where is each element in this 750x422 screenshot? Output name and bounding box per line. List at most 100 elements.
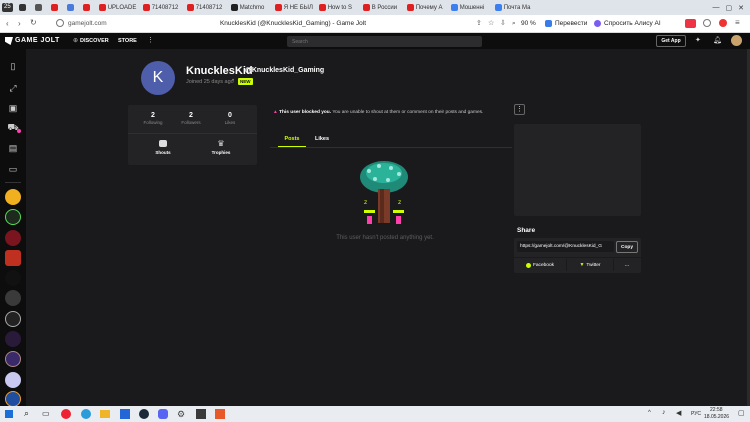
profile-avatar[interactable]: K — [141, 61, 175, 95]
browser-tab[interactable]: Почему А — [404, 1, 448, 14]
reload-icon[interactable]: ↻ — [30, 18, 37, 27]
browser-tab[interactable] — [80, 1, 96, 14]
profile-more-button[interactable]: ⋮ — [514, 104, 525, 115]
community-avatar[interactable] — [5, 311, 21, 327]
browser-tab[interactable]: 71408712 — [140, 1, 184, 14]
adblock-icon[interactable] — [685, 19, 696, 28]
url-text[interactable]: gamejolt.com — [68, 20, 107, 27]
tab-likes[interactable]: Likes — [308, 131, 336, 147]
get-app-button[interactable]: Get App — [656, 35, 686, 47]
minimize-icon[interactable]: — — [713, 4, 720, 12]
zoom-level[interactable]: 90 % — [521, 20, 536, 27]
notifications-icon[interactable]: 🔔︎ — [713, 36, 722, 44]
community-avatar[interactable] — [5, 351, 21, 367]
tray-expand-icon[interactable]: ^ — [648, 410, 651, 416]
tab-counter[interactable]: 25 — [2, 3, 13, 12]
profile-username[interactable]: @KnucklesKid_Gaming — [245, 67, 324, 74]
alice-icon[interactable] — [594, 20, 601, 27]
discover-icon[interactable]: ⊕ — [73, 37, 78, 44]
trophies-button[interactable]: ♛ Trophies — [208, 140, 234, 156]
community-avatar[interactable] — [5, 209, 21, 225]
bookmark-icon[interactable]: ☆ — [488, 19, 494, 27]
browser-tab[interactable] — [16, 1, 32, 14]
nav-store[interactable]: STORE — [118, 38, 137, 44]
chat-icon[interactable]: ▭ — [5, 161, 21, 177]
file-explorer-icon[interactable] — [100, 410, 110, 418]
yandex-browser-icon[interactable] — [61, 409, 71, 419]
clock-time[interactable]: 22:58 — [710, 407, 723, 413]
tab-posts[interactable]: Posts — [278, 131, 306, 147]
extensions-icon[interactable] — [703, 19, 711, 27]
game-jolt-logo-icon[interactable] — [5, 37, 13, 45]
share-page-icon[interactable]: ⇪ — [476, 19, 482, 27]
facebook-share-button[interactable]: Facebook — [516, 259, 564, 271]
stat-followers[interactable]: 2 Followers — [176, 112, 206, 125]
more-menu-icon[interactable]: ⋮ — [147, 36, 154, 44]
inventory-icon[interactable]: ▤ — [5, 140, 21, 156]
shouts-button[interactable]: Shouts — [150, 140, 176, 155]
steam-icon[interactable] — [139, 409, 149, 419]
stat-following[interactable]: 2 Following — [138, 112, 168, 125]
browser-tab[interactable]: Matchmo — [228, 1, 272, 14]
maximize-icon[interactable]: ▢ — [726, 4, 733, 12]
twitter-share-button[interactable]: ▼ Twitter — [566, 259, 614, 271]
site-info-icon[interactable] — [56, 19, 64, 27]
language-indicator[interactable]: РУС — [691, 411, 701, 417]
explore-icon[interactable]: ⤢ — [5, 80, 21, 96]
microphone-icon[interactable]: ♪ — [662, 409, 666, 416]
translate-button[interactable]: Перевести — [555, 20, 587, 27]
library-icon[interactable]: ▯ — [5, 58, 21, 74]
community-avatar[interactable] — [5, 372, 21, 388]
browser-tab[interactable]: Я НЕ БЫЛ — [272, 1, 316, 14]
app-icon[interactable] — [215, 409, 225, 419]
backpack-icon[interactable]: ▣ — [5, 100, 21, 116]
forward-icon[interactable]: › — [18, 19, 21, 28]
search-input[interactable] — [287, 36, 482, 47]
clock-date[interactable]: 18.05.2026 — [704, 414, 729, 420]
user-avatar[interactable] — [731, 35, 742, 46]
profile-extension-icon[interactable] — [719, 19, 727, 27]
ask-alice-button[interactable]: Спросить Алису AI — [604, 20, 661, 27]
community-avatar[interactable] — [5, 189, 21, 205]
community-avatar[interactable] — [5, 250, 21, 266]
community-avatar[interactable] — [5, 331, 21, 347]
more-share-button[interactable]: ... — [616, 259, 638, 271]
volume-icon[interactable]: ◀ — [676, 409, 681, 417]
browser-tab[interactable]: How to S — [316, 1, 360, 14]
site-logo[interactable]: GAME JOLT — [15, 37, 60, 44]
task-view-icon[interactable]: ▭ — [42, 409, 50, 418]
browser-menu-icon[interactable]: ≡ — [735, 18, 740, 27]
cart-icon[interactable]: ⛟ — [5, 120, 21, 136]
community-avatar[interactable] — [5, 391, 21, 407]
browser-tab[interactable] — [48, 1, 64, 14]
community-avatar[interactable] — [5, 270, 21, 286]
copy-button[interactable]: Copy — [616, 241, 638, 253]
share-link-field[interactable]: https://gamejolt.com/@KnucklesKid_G — [517, 241, 614, 252]
search-icon[interactable]: ⌕ — [24, 408, 29, 419]
activity-icon[interactable]: ✦ — [695, 36, 701, 44]
close-icon[interactable]: ✕ — [738, 4, 744, 12]
browser-tab[interactable] — [64, 1, 80, 14]
settings-icon[interactable]: ⚙ — [177, 409, 185, 420]
community-avatar[interactable] — [5, 230, 21, 246]
zoom-icon[interactable]: ⌕ — [512, 20, 516, 28]
stat-likes[interactable]: 0 Likes — [215, 112, 245, 125]
browser-tab[interactable]: В России — [360, 1, 404, 14]
windows-start-icon[interactable] — [5, 410, 13, 418]
download-icon[interactable]: ⇩ — [500, 19, 506, 27]
nav-discover[interactable]: DISCOVER — [80, 38, 109, 44]
app-icon[interactable] — [196, 409, 206, 419]
discord-icon[interactable] — [158, 409, 168, 419]
browser-tab[interactable]: UPLOADE — [96, 1, 140, 14]
back-icon[interactable]: ‹ — [6, 19, 9, 28]
browser-tab[interactable] — [32, 1, 48, 14]
browser-tab[interactable]: 71408712 — [184, 1, 228, 14]
stats-divider — [128, 133, 257, 134]
browser-tab[interactable]: Почта Ма — [492, 1, 536, 14]
edge-icon[interactable] — [81, 409, 91, 419]
notification-center-icon[interactable]: ▢ — [738, 409, 745, 417]
browser-tab[interactable]: Мошеннi — [448, 1, 492, 14]
community-avatar[interactable] — [5, 290, 21, 306]
translate-icon[interactable] — [545, 20, 552, 27]
store-icon[interactable] — [120, 409, 130, 419]
